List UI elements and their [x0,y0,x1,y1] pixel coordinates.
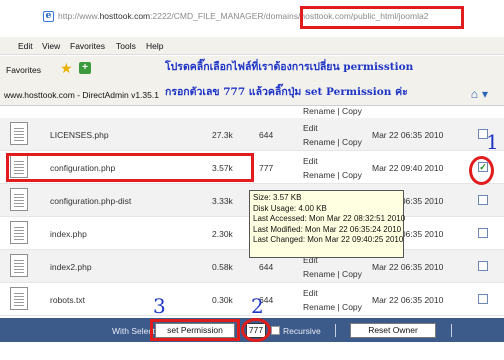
file-size: 0.58k [212,262,233,272]
menu-favorites[interactable]: Favorites [70,41,105,51]
selected-file-highlight-box [6,153,254,182]
file-icon [10,188,28,211]
page-footer [0,342,504,360]
recursive-label: Recursive [283,326,321,336]
menu-edit[interactable]: Edit [18,41,33,51]
favorites-star-icon[interactable]: ★ [60,60,73,77]
add-favorite-icon[interactable]: + [79,62,91,74]
url-prefix: http://www. [58,11,100,21]
file-date: Mar 22 06:35 2010 [372,295,444,305]
file-checkbox[interactable] [478,195,488,205]
file-name[interactable]: configuration.php-dist [50,196,131,206]
instruction-line-2: กรอกตัวเลข 777 แล้วคลิ๊กปุ่ม set Permiss… [165,86,408,98]
file-name[interactable]: index.php [50,229,87,239]
file-date: Mar 22 09:40 2010 [372,163,444,173]
file-info-tooltip: Size: 3.57 KB Disk Usage: 4.00 KB Last A… [249,190,406,258]
tooltip-disk-usage: Disk Usage: 4.00 KB [253,203,327,213]
permission-input-highlight-circle [241,318,271,342]
menu-tools[interactable]: Tools [116,41,136,51]
file-checkbox[interactable] [478,294,488,304]
tooltip-size: Size: 3.57 KB [253,193,302,202]
file-size: 3.33k [212,196,233,206]
edit-link[interactable]: Edit [303,156,318,166]
tooltip-last-modified: Last Modified: Mon Mar 22 06:35:24 2010 [253,224,402,234]
file-checkbox[interactable] [478,261,488,271]
separator [335,324,336,337]
file-permission[interactable]: 644 [259,262,273,272]
file-size: 27.3k [212,130,233,140]
file-icon [10,287,28,310]
file-icon [10,221,28,244]
checkbox-highlight-circle [469,156,494,185]
recursive-checkbox[interactable] [271,326,280,335]
rename-copy-links[interactable]: Rename | Copy [303,137,362,147]
url-domain: hosttook.com [99,11,151,21]
file-icon [10,122,28,145]
file-name[interactable]: LICENSES.php [50,130,109,140]
favorites-label[interactable]: Favorites [6,65,41,75]
step-marker-2: 2 [251,294,264,318]
tooltip-last-accessed: Last Accessed: Mon Mar 22 08:32:51 2010 [253,214,406,223]
step-marker-1: 1 [486,130,499,154]
separator [451,324,452,337]
tooltip-last-changed: Last Changed: Mon Mar 22 09:40:25 2010 [253,235,404,244]
partial-row-actions[interactable]: Rename | Copy [303,106,362,116]
step-marker-3: 3 [153,294,166,318]
rename-copy-links[interactable]: Rename | Copy [303,170,362,180]
rename-copy-links[interactable]: Rename | Copy [303,302,362,312]
rename-copy-links[interactable]: Rename | Copy [303,269,362,279]
file-size: 2.30k [212,229,233,239]
tab-title[interactable]: www.hosttook.com - DirectAdmin v1.35.1 [4,90,159,100]
file-size: 0.30k [212,295,233,305]
file-icon [10,254,28,277]
menu-view[interactable]: View [42,41,60,51]
file-name[interactable]: index2.php [50,262,92,272]
file-date: Mar 22 06:35 2010 [372,262,444,272]
edit-link[interactable]: Edit [303,288,318,298]
menu-bar: Edit View Favorites Tools Help [0,37,504,55]
menu-help[interactable]: Help [146,41,163,51]
file-permission[interactable]: 777 [259,163,273,173]
edit-link[interactable]: Edit [303,123,318,133]
file-date: Mar 22 06:35 2010 [372,130,444,140]
url-highlight-box [300,6,464,29]
file-name[interactable]: robots.txt [50,295,85,305]
instruction-line-1: โปรดคลิ๊กเลือกไฟล์ที่เราต้องการเปลี่ยน p… [165,61,414,73]
file-actions: Edit Rename | Copy [303,154,362,182]
reset-owner-button[interactable]: Reset Owner [350,323,436,338]
file-actions: Edit Rename | Copy [303,121,362,149]
set-permission-highlight-box [150,319,240,341]
file-checkbox[interactable] [478,228,488,238]
table-row[interactable]: LICENSES.php 27.3k 644 Edit Rename | Copy… [0,118,504,151]
home-icon[interactable]: ⌂▾ [471,87,492,101]
file-permission[interactable]: 644 [259,130,273,140]
partial-row: Rename | Copy [0,106,504,118]
file-actions: Edit Rename | Copy [303,286,362,314]
ie-page-icon: e [43,11,54,22]
